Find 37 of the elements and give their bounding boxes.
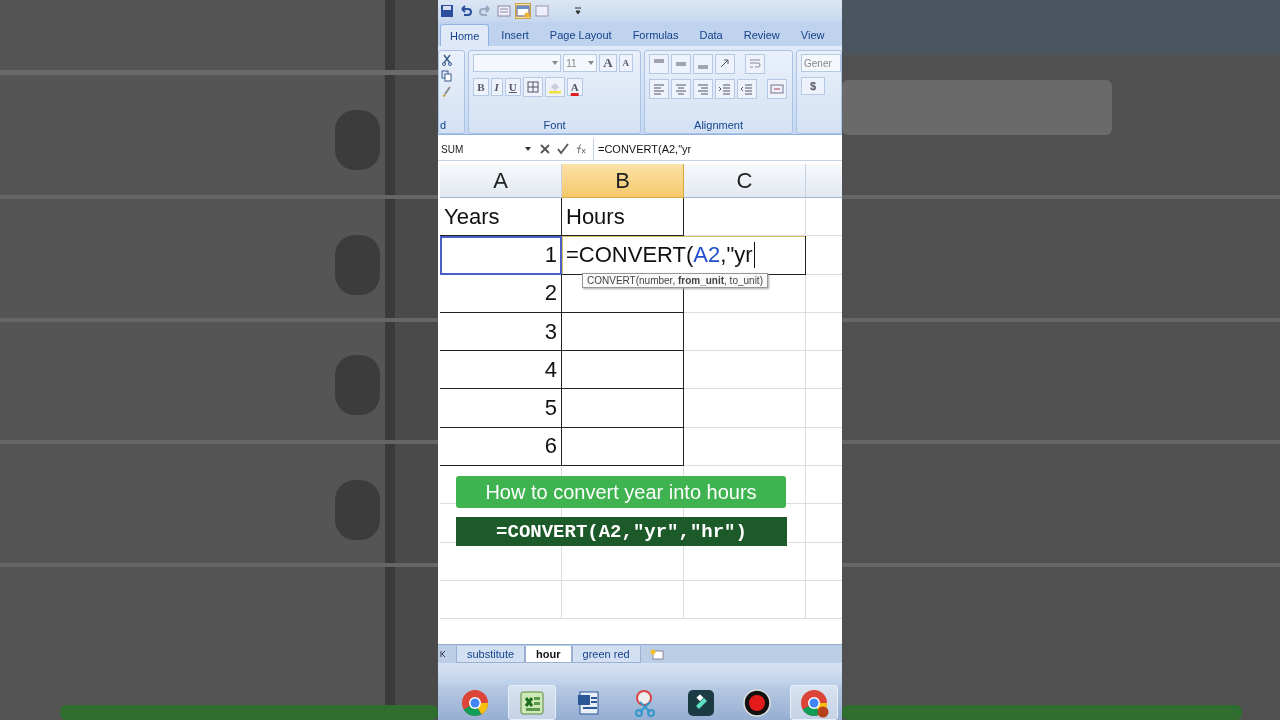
- font-color-button[interactable]: A: [566, 78, 583, 96]
- grow-font-button[interactable]: A: [599, 54, 617, 72]
- sheet-tab[interactable]: hour: [525, 646, 572, 663]
- format-button[interactable]: U: [504, 78, 521, 96]
- ribbon-tab[interactable]: Formulas: [623, 24, 688, 46]
- number-format-field[interactable]: Gener: [801, 54, 841, 72]
- formula-banner: =CONVERT(A2,"yr","hr"): [456, 517, 787, 546]
- name-box[interactable]: SUM: [441, 143, 533, 155]
- column-header[interactable]: B: [562, 164, 684, 198]
- ribbon-tab[interactable]: Insert: [492, 24, 538, 46]
- currency-button[interactable]: $: [801, 77, 825, 95]
- group-label: Font: [542, 119, 567, 131]
- format-button[interactable]: I: [490, 78, 503, 96]
- table-cell: Years: [440, 198, 562, 237]
- table-cell: 2: [440, 274, 562, 313]
- group-label: d: [440, 119, 448, 131]
- sheet-tab[interactable]: green red: [571, 646, 641, 663]
- font-size-field[interactable]: 11: [563, 54, 598, 72]
- ribbon-tab[interactable]: Page Layout: [540, 24, 621, 46]
- shrink-font-button[interactable]: A: [618, 54, 634, 72]
- column-header[interactable]: C: [684, 164, 806, 198]
- ribbon-tab[interactable]: Review: [734, 24, 789, 46]
- table-cell: 5: [440, 389, 562, 428]
- table-cell: Hours: [562, 198, 684, 237]
- sheet-tab[interactable]: substitute: [456, 646, 526, 663]
- ribbon-tab[interactable]: View: [791, 24, 834, 46]
- table-cell: 4: [440, 351, 562, 390]
- format-button[interactable]: B: [473, 78, 489, 96]
- column-header[interactable]: A: [440, 164, 562, 198]
- table-cell: 3: [440, 312, 562, 352]
- function-tooltip: CONVERT(number, from_unit, to_unit): [582, 272, 768, 288]
- table-cell: 6: [440, 427, 562, 467]
- ribbon-tab[interactable]: Home: [440, 24, 490, 46]
- group-label: Alignment: [693, 119, 744, 131]
- ribbon-tab[interactable]: Data: [690, 24, 732, 46]
- caption-banner: How to convert year into hours: [456, 476, 786, 508]
- table-cell: 1: [440, 236, 562, 275]
